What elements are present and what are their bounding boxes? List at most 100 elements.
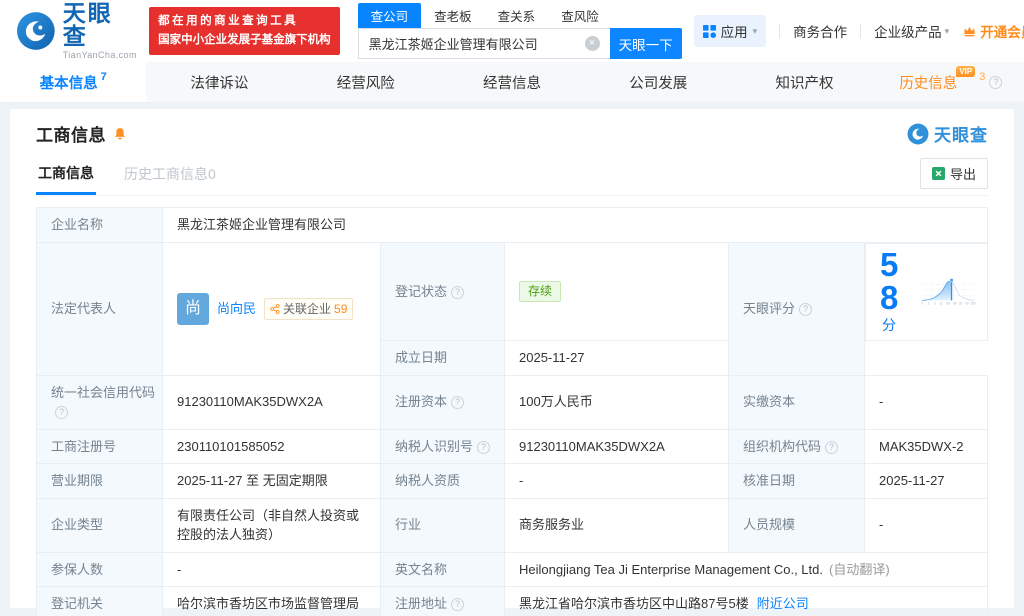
score-distribution-chart: 0 1 3 11 50 66 87 99 100 xyxy=(918,264,979,320)
org-code-label: 组织机构代码? xyxy=(729,429,865,464)
registration-sub-tabs: 工商信息 历史工商信息0 导出 xyxy=(36,158,988,196)
svg-text:66: 66 xyxy=(953,301,957,305)
tab-intellectual-property[interactable]: 知识产权 xyxy=(731,62,877,102)
search-tab-company[interactable]: 查公司 xyxy=(358,3,422,28)
help-icon[interactable]: ? xyxy=(477,441,490,454)
enterprise-products-menu[interactable]: 企业级产品 ▾ xyxy=(874,21,949,41)
legal-rep-name-link[interactable]: 尚向民 xyxy=(217,299,256,319)
search-tab-boss[interactable]: 查老板 xyxy=(421,3,485,28)
help-icon[interactable]: ? xyxy=(451,286,464,299)
company-type-value: 有限责任公司（非自然人投资或控股的法人独资） xyxy=(163,498,381,552)
help-icon[interactable]: ? xyxy=(55,406,68,419)
logo-title: 天眼查 xyxy=(63,2,137,48)
staff-size-value: - xyxy=(865,498,988,552)
svg-text:1: 1 xyxy=(927,301,929,305)
table-row: 登记机关 哈尔滨市香坊区市场监督管理局 注册地址? 黑龙江省哈尔滨市香坊区中山路… xyxy=(37,587,988,616)
chevron-down-icon: ▾ xyxy=(753,26,758,37)
reg-number-value: 230110101585052 xyxy=(163,429,381,464)
taxpayer-quality-value: - xyxy=(505,464,729,499)
legal-rep-avatar[interactable]: 尚 xyxy=(177,293,209,325)
tab-count: 3 xyxy=(979,71,985,83)
approval-date-value: 2025-11-27 xyxy=(865,464,988,499)
address-label: 注册地址? xyxy=(381,587,505,616)
tab-label: 知识产权 xyxy=(776,72,834,93)
section-title: 工商信息 xyxy=(36,121,106,146)
search-input[interactable] xyxy=(358,28,610,59)
search-tab-risk[interactable]: 查风险 xyxy=(548,3,612,28)
paid-capital-label: 实缴资本 xyxy=(729,375,865,429)
tab-label: 历史信息 xyxy=(899,72,957,93)
relation-graph-icon xyxy=(270,304,280,314)
nearby-companies-link[interactable]: 附近公司 xyxy=(757,596,809,611)
reg-capital-value: 100万人民币 xyxy=(505,375,729,429)
svg-text:50: 50 xyxy=(946,301,950,305)
table-row: 参保人数 - 英文名称 Heilongjiang Tea Ji Enterpri… xyxy=(37,552,988,587)
tab-label: 基本信息 xyxy=(40,72,98,93)
tab-operational-risk[interactable]: 经营风险 xyxy=(293,62,439,102)
company-name-label: 企业名称 xyxy=(37,208,163,243)
promo-line1: 都在用的商业查询工具 xyxy=(158,12,331,31)
promo-banner: 都在用的商业查询工具 国家中小企业发展子基金旗下机构 xyxy=(149,7,340,55)
company-nav-tabs: 基本信息 7 法律诉讼 经营风险 经营信息 公司发展 知识产权 历史信息 VIP… xyxy=(0,62,1024,103)
apps-menu[interactable]: 应用 ▾ xyxy=(694,15,767,47)
promo-line2: 国家中小企业发展子基金旗下机构 xyxy=(158,31,331,50)
related-companies-badge[interactable]: 关联企业 59 xyxy=(264,298,353,320)
tianyancha-logo-icon xyxy=(16,11,56,51)
enterprise-products-label: 企业级产品 xyxy=(874,21,942,41)
subtab-current-registration[interactable]: 工商信息 xyxy=(36,159,96,195)
help-icon[interactable]: ? xyxy=(989,76,1002,89)
chevron-down-icon: ▾ xyxy=(945,26,950,37)
business-cooperation-link[interactable]: 商务合作 xyxy=(793,21,847,41)
table-row: 法定代表人 尚 尚向民 xyxy=(37,242,988,341)
score-label: 天眼评分? xyxy=(729,242,865,375)
tab-label: 经营风险 xyxy=(337,72,395,93)
score-cell: 58分 0 xyxy=(865,243,988,341)
help-icon[interactable]: ? xyxy=(825,441,838,454)
tab-company-development[interactable]: 公司发展 xyxy=(585,62,731,102)
announcement-bell-icon xyxy=(113,126,127,141)
svg-text:99: 99 xyxy=(965,301,969,305)
registration-info-table: 企业名称 黑龙江茶姬企业管理有限公司 法定代表人 尚 尚向民 xyxy=(36,207,988,616)
tab-history-info[interactable]: 历史信息 VIP 3 ? xyxy=(878,62,1024,102)
est-date-label: 成立日期 xyxy=(381,341,505,376)
address-value: 黑龙江省哈尔滨市香坊区中山路87号5楼附近公司 xyxy=(505,587,988,616)
tab-basic-info[interactable]: 基本信息 7 xyxy=(0,62,146,102)
score-unit: 分 xyxy=(882,317,896,333)
related-companies-label: 关联企业 xyxy=(283,300,331,318)
tianyancha-logo[interactable]: 天眼查 TianYanCha.com xyxy=(16,2,137,60)
help-icon[interactable]: ? xyxy=(451,396,464,409)
legal-rep-cell: 尚 尚向民 关联企业 59 xyxy=(163,242,381,375)
tab-count: 7 xyxy=(101,71,107,83)
taxpayer-id-value: 91230110MAK35DWX2A xyxy=(505,429,729,464)
svg-text:0: 0 xyxy=(921,301,923,305)
related-companies-count: 59 xyxy=(334,300,347,318)
watermark-text: 天眼查 xyxy=(934,121,988,146)
search-tabs: 查公司 查老板 查关系 查风险 xyxy=(358,3,682,28)
help-icon[interactable]: ? xyxy=(799,303,812,316)
reg-authority-label: 登记机关 xyxy=(37,587,163,616)
svg-text:3: 3 xyxy=(934,301,936,305)
table-row: 企业类型 有限责任公司（非自然人投资或控股的法人独资） 行业 商务服务业 人员规… xyxy=(37,498,988,552)
tianyancha-company-page: 天眼查 TianYanCha.com 都在用的商业查询工具 国家中小企业发展子基… xyxy=(0,0,1024,616)
open-vip-label: 开通会员 xyxy=(980,21,1024,41)
open-vip-button[interactable]: 开通会员 ▾ xyxy=(962,21,1024,41)
credit-code-value: 91230110MAK35DWX2A xyxy=(163,375,381,429)
export-button[interactable]: 导出 xyxy=(920,158,988,189)
reg-status-label: 登记状态? xyxy=(381,242,505,341)
svg-text:100: 100 xyxy=(970,301,975,305)
clear-search-icon[interactable]: × xyxy=(585,36,600,51)
search-button[interactable]: 天眼一下 xyxy=(610,28,682,59)
approval-date-label: 核准日期 xyxy=(729,464,865,499)
business-registration-card: 工商信息 天眼查 工商信息 历史工商信息0 xyxy=(10,109,1014,608)
paid-capital-value: - xyxy=(865,375,988,429)
reg-status-value: 存续 xyxy=(505,242,729,341)
tab-legal-proceedings[interactable]: 法律诉讼 xyxy=(146,62,292,102)
apps-grid-icon xyxy=(703,25,716,38)
svg-text:87: 87 xyxy=(959,301,963,305)
help-icon[interactable]: ? xyxy=(451,598,464,611)
taxpayer-quality-label: 纳税人资质 xyxy=(381,464,505,499)
search-tab-relation[interactable]: 查关系 xyxy=(485,3,549,28)
tab-business-info[interactable]: 经营信息 xyxy=(439,62,585,102)
table-row: 企业名称 黑龙江茶姬企业管理有限公司 xyxy=(37,208,988,243)
subtab-history-registration[interactable]: 历史工商信息0 xyxy=(122,160,218,193)
